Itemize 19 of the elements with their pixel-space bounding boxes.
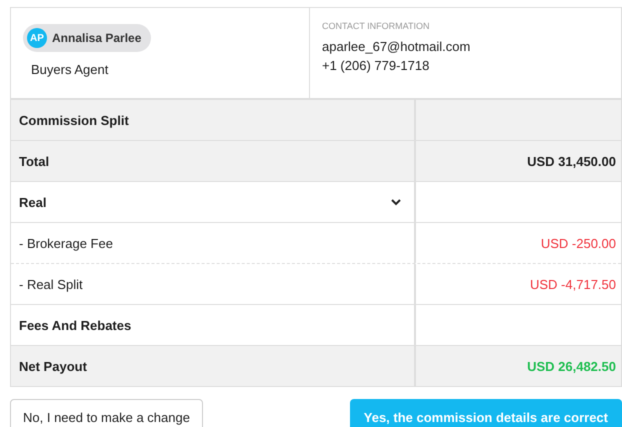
chevron-icon[interactable] [390, 198, 402, 206]
section-label: CONTACT INFORMATION [322, 21, 430, 31]
row-label: Total [19, 154, 50, 168]
row-label: Commission Split [19, 112, 129, 128]
row-label: Real [19, 194, 46, 210]
amount-text: USD 26,482.50 [527, 358, 616, 374]
amount-text: USD 31,450.00 [527, 154, 616, 168]
row-label: Net Payout [19, 358, 87, 374]
row-label: - Brokerage Fee [19, 236, 113, 250]
amount-text: USD -250.00 [540, 236, 616, 250]
email-text: aparlee_67@hotmail.com [322, 39, 470, 54]
avatar: AP [27, 28, 47, 48]
agent-name: Annalisa Parlee [52, 31, 142, 45]
row-label: - Real Split [19, 276, 83, 292]
reject-button[interactable]: No, I need to make a change [10, 399, 203, 427]
amount-text: USD -4,717.50 [530, 276, 616, 292]
agent-role: Buyers Agent [30, 62, 108, 77]
phone-text: +1 (206) 779-1718 [322, 58, 430, 73]
row-label: Fees And Rebates [19, 318, 132, 332]
